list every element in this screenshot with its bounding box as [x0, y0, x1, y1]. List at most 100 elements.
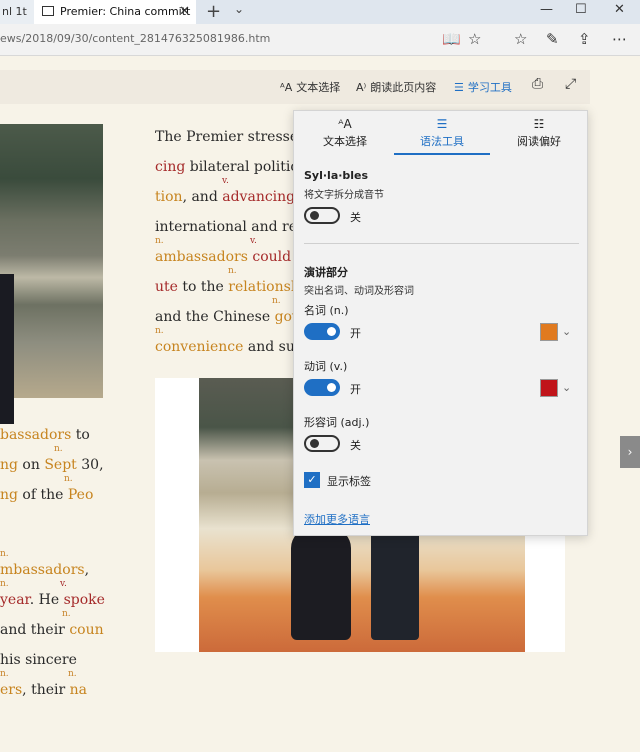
print-icon[interactable]: ⎙ — [532, 76, 543, 92]
verb-word: spoke — [63, 592, 105, 608]
chevron-down-icon[interactable]: ⌄ — [562, 381, 571, 394]
verb-color-swatch[interactable] — [540, 379, 558, 397]
panel-tabs: ᴬA 文本选择 ☰ 语法工具 ☷ 阅读偏好 — [294, 111, 589, 155]
minimize-icon[interactable]: — — [540, 2, 553, 17]
noun-word: ng — [0, 457, 18, 473]
verb-tag: v. — [222, 176, 229, 186]
noun-tag: n. — [64, 474, 73, 484]
article-line: The Premier stresse — [155, 129, 298, 145]
reader-toolbar: ᴬA 文本选择 A⁾ 朗读此页内容 ☰ 学习工具 ⎙ ⤢ — [0, 70, 590, 104]
noun-word: ers — [0, 682, 23, 698]
read-aloud-label: 朗读此页内容 — [370, 81, 437, 94]
more-icon[interactable]: ⋯ — [612, 30, 627, 48]
adjective-label: 形容词 (adj.) — [304, 416, 370, 429]
toggle-knob — [327, 327, 336, 336]
show-labels-label: 显示标签 — [327, 475, 371, 488]
noun-tag: n. — [0, 549, 9, 559]
figure-shape — [0, 274, 14, 424]
text-size-icon: ᴬA — [338, 117, 352, 131]
adjective-toggle[interactable] — [304, 435, 340, 452]
article-line: ng of the Peo — [0, 487, 93, 503]
text-span: , and — [182, 189, 223, 205]
syllables-toggle[interactable] — [304, 207, 340, 224]
noun-word: ambassadors — [155, 249, 248, 265]
article-line: ng on Sept 30, — [0, 457, 104, 473]
text-select-button[interactable]: ᴬA 文本选择 — [280, 79, 340, 95]
toggle-knob — [327, 383, 336, 392]
noun-word: mbassadors — [0, 562, 85, 578]
fullscreen-icon[interactable]: ⤢ — [565, 76, 576, 92]
close-window-icon[interactable]: ✕ — [614, 2, 625, 17]
url-text[interactable]: ews/2018/09/30/content_281476325081986.h… — [0, 32, 270, 45]
noun-word: convenience — [155, 339, 244, 355]
tab-label: 文本选择 — [323, 135, 367, 148]
learning-tools-button[interactable]: ☰ 学习工具 — [454, 79, 512, 95]
noun-tag: n. — [62, 609, 71, 619]
noun-toggle[interactable] — [304, 323, 340, 340]
article-line: ers, their na — [0, 682, 87, 698]
reading-preferences-icon: ☷ — [533, 117, 545, 131]
noun-word: bassadors — [0, 427, 72, 443]
tab-strip: nl 1t Premier: China committ ✕ + ⌄ — ☐ ✕ — [0, 0, 640, 24]
close-tab-icon[interactable]: ✕ — [179, 4, 190, 19]
noun-color-swatch[interactable] — [540, 323, 558, 341]
noun-word: ng — [0, 487, 18, 503]
share-icon[interactable]: ⇪ — [578, 30, 591, 48]
divider — [304, 243, 579, 244]
tab-label: 阅读偏好 — [517, 135, 561, 148]
text-size-icon: ᴬA — [280, 81, 293, 94]
learning-tools-icon: ☰ — [454, 81, 464, 94]
noun-word: coun — [69, 622, 104, 638]
chevron-down-icon[interactable]: ⌄ — [234, 2, 244, 16]
text-span: 30, — [76, 457, 104, 473]
text-span: to the — [177, 279, 229, 295]
noun-word: Sept — [44, 457, 77, 473]
tab-text-options[interactable]: ᴬA 文本选择 — [296, 117, 394, 149]
article-line: his sincere — [0, 652, 77, 668]
read-aloud-button[interactable]: A⁾ 朗读此页内容 — [356, 79, 436, 95]
chevron-down-icon[interactable]: ⌄ — [562, 325, 571, 338]
verb-word: could — [252, 249, 292, 265]
next-page-arrow-icon[interactable]: › — [620, 436, 640, 468]
text-span: and su — [243, 339, 295, 355]
article-line: mbassadors, — [0, 562, 89, 578]
tab-reading-preferences[interactable]: ☷ 阅读偏好 — [490, 117, 588, 149]
text-span: , their — [22, 682, 70, 698]
favorites-icon[interactable]: ☆ — [514, 30, 527, 48]
reading-view-icon[interactable]: 📖 — [442, 30, 461, 48]
noun-word: Peo — [67, 487, 94, 503]
text-span: of the — [17, 487, 68, 503]
parts-of-speech-subtitle: 突出名词、动词及形容词 — [304, 286, 414, 297]
article-line: international and re — [155, 219, 297, 235]
article-line: tion, and advancing — [155, 189, 295, 205]
syllables-title: Syl·la·bles — [304, 169, 369, 182]
text-span: . He — [29, 592, 64, 608]
person-figure — [371, 518, 419, 640]
pen-icon[interactable]: ✎ — [546, 30, 559, 48]
maximize-icon[interactable]: ☐ — [575, 2, 587, 17]
star-icon[interactable]: ☆ — [468, 30, 481, 48]
noun-tag: n. — [68, 669, 77, 679]
parts-of-speech-title: 演讲部分 — [304, 266, 348, 279]
text-span: and their — [0, 622, 70, 638]
noun-tag: n. — [228, 266, 237, 276]
article-line: ambassadors could — [155, 249, 291, 265]
new-tab-icon[interactable]: + — [206, 1, 221, 22]
text-span: , — [84, 562, 90, 578]
address-bar: ews/2018/09/30/content_281476325081986.h… — [0, 24, 640, 56]
add-more-languages-link[interactable]: 添加更多语言 — [304, 511, 370, 527]
verb-toggle[interactable] — [304, 379, 340, 396]
article-line: cing bilateral politic — [155, 159, 298, 175]
syllables-state: 关 — [350, 211, 361, 224]
tab-grammar-tools[interactable]: ☰ 语法工具 — [393, 117, 491, 149]
tab-active[interactable]: Premier: China committ ✕ — [34, 0, 196, 24]
show-labels-checkbox[interactable]: ✓ — [304, 472, 320, 488]
article-line: year. He spoke — [0, 592, 105, 608]
verb-word: cing — [155, 159, 186, 175]
noun-state: 开 — [350, 327, 361, 340]
tab-previous[interactable]: nl 1t — [0, 0, 34, 24]
tab-previous-label: nl 1t — [2, 5, 27, 18]
article-line: and their coun — [0, 622, 104, 638]
text-select-label: 文本选择 — [296, 81, 341, 94]
text-span: his sincere — [0, 652, 77, 668]
